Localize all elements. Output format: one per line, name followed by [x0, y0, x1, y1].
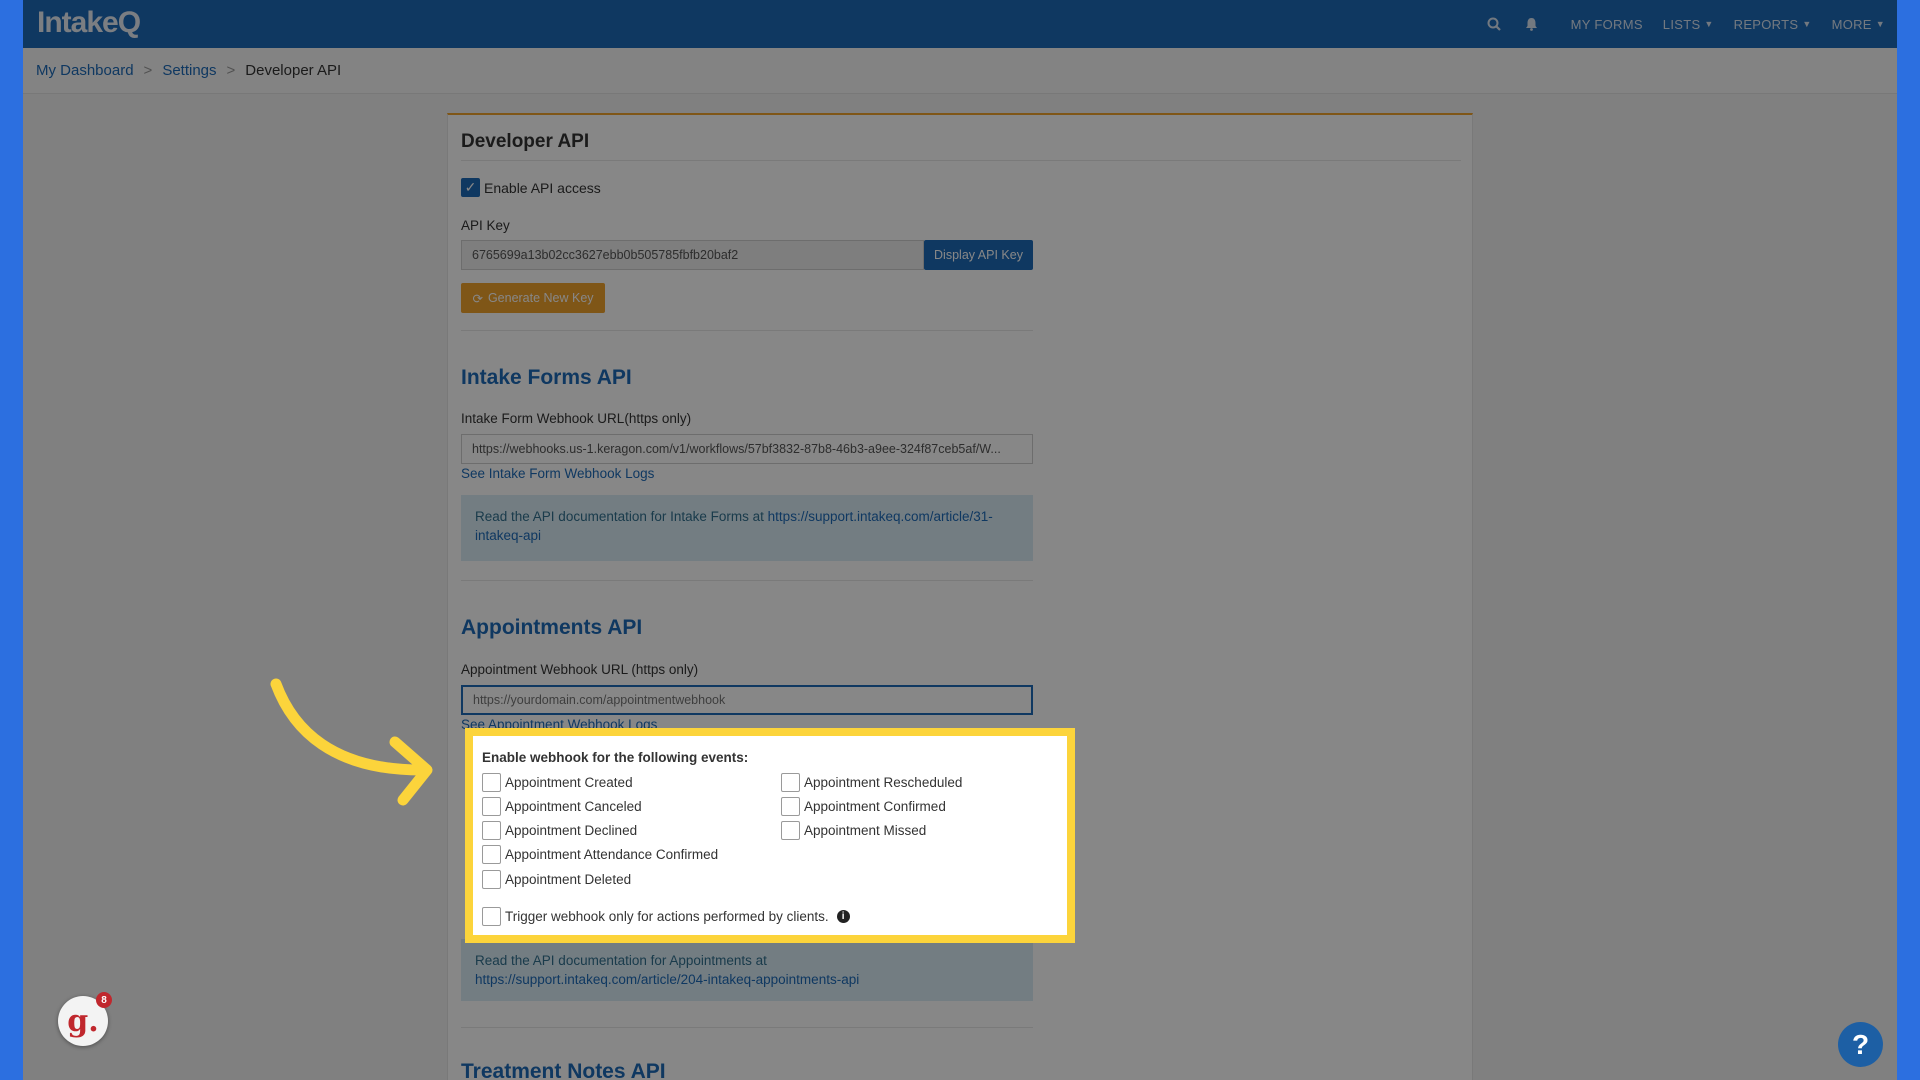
event-appointment-missed[interactable]: Appointment Missed — [781, 821, 926, 840]
checkbox[interactable] — [781, 797, 800, 816]
event-appointment-confirmed[interactable]: Appointment Confirmed — [781, 797, 946, 816]
notification-count-badge: 8 — [96, 992, 112, 1008]
event-label: Appointment Canceled — [505, 799, 642, 814]
event-label: Appointment Deleted — [505, 872, 632, 887]
event-label: Appointment Declined — [505, 823, 638, 838]
guide-widget-logo: g. — [67, 1003, 99, 1039]
event-appointment-created[interactable]: Appointment Created — [482, 773, 633, 792]
checkbox[interactable] — [781, 821, 800, 840]
event-label: Appointment Rescheduled — [804, 775, 963, 790]
event-label: Appointment Missed — [804, 823, 927, 838]
event-appointment-deleted[interactable]: Appointment Deleted — [482, 870, 631, 889]
event-appointment-declined[interactable]: Appointment Declined — [482, 821, 637, 840]
event-appointment-canceled[interactable]: Appointment Canceled — [482, 797, 642, 816]
checkbox[interactable] — [781, 773, 800, 792]
event-label: Appointment Attendance Confirmed — [505, 847, 719, 862]
info-icon[interactable]: i — [836, 910, 850, 923]
event-label: Appointment Confirmed — [804, 799, 946, 814]
checkbox[interactable] — [482, 907, 501, 926]
checkbox[interactable] — [482, 870, 501, 889]
checkbox[interactable] — [482, 797, 501, 816]
event-label: Appointment Created — [505, 775, 633, 790]
event-appointment-attendance-confirmed[interactable]: Appointment Attendance Confirmed — [482, 845, 718, 864]
checkbox[interactable] — [482, 845, 501, 864]
checkbox[interactable] — [482, 821, 501, 840]
event-appointment-rescheduled[interactable]: Appointment Rescheduled — [781, 773, 962, 792]
arrow-annotation-icon — [270, 678, 433, 806]
events-title: Enable webhook for the following events: — [482, 750, 749, 765]
app-window: IntakeQ MY FORMS LISTS ▼ REPORTS ▼ MORE ▼ M… — [23, 0, 1897, 1080]
webhook-events-panel: Enable webhook for the following events:… — [465, 728, 1075, 943]
help-button[interactable]: ? — [1838, 1022, 1883, 1067]
guide-widget-button[interactable]: g. 8 — [58, 992, 112, 1046]
client-only-trigger[interactable]: Trigger webhook only for actions perform… — [482, 907, 850, 926]
client-only-label: Trigger webhook only for actions perform… — [505, 909, 829, 924]
checkbox[interactable] — [482, 773, 501, 792]
